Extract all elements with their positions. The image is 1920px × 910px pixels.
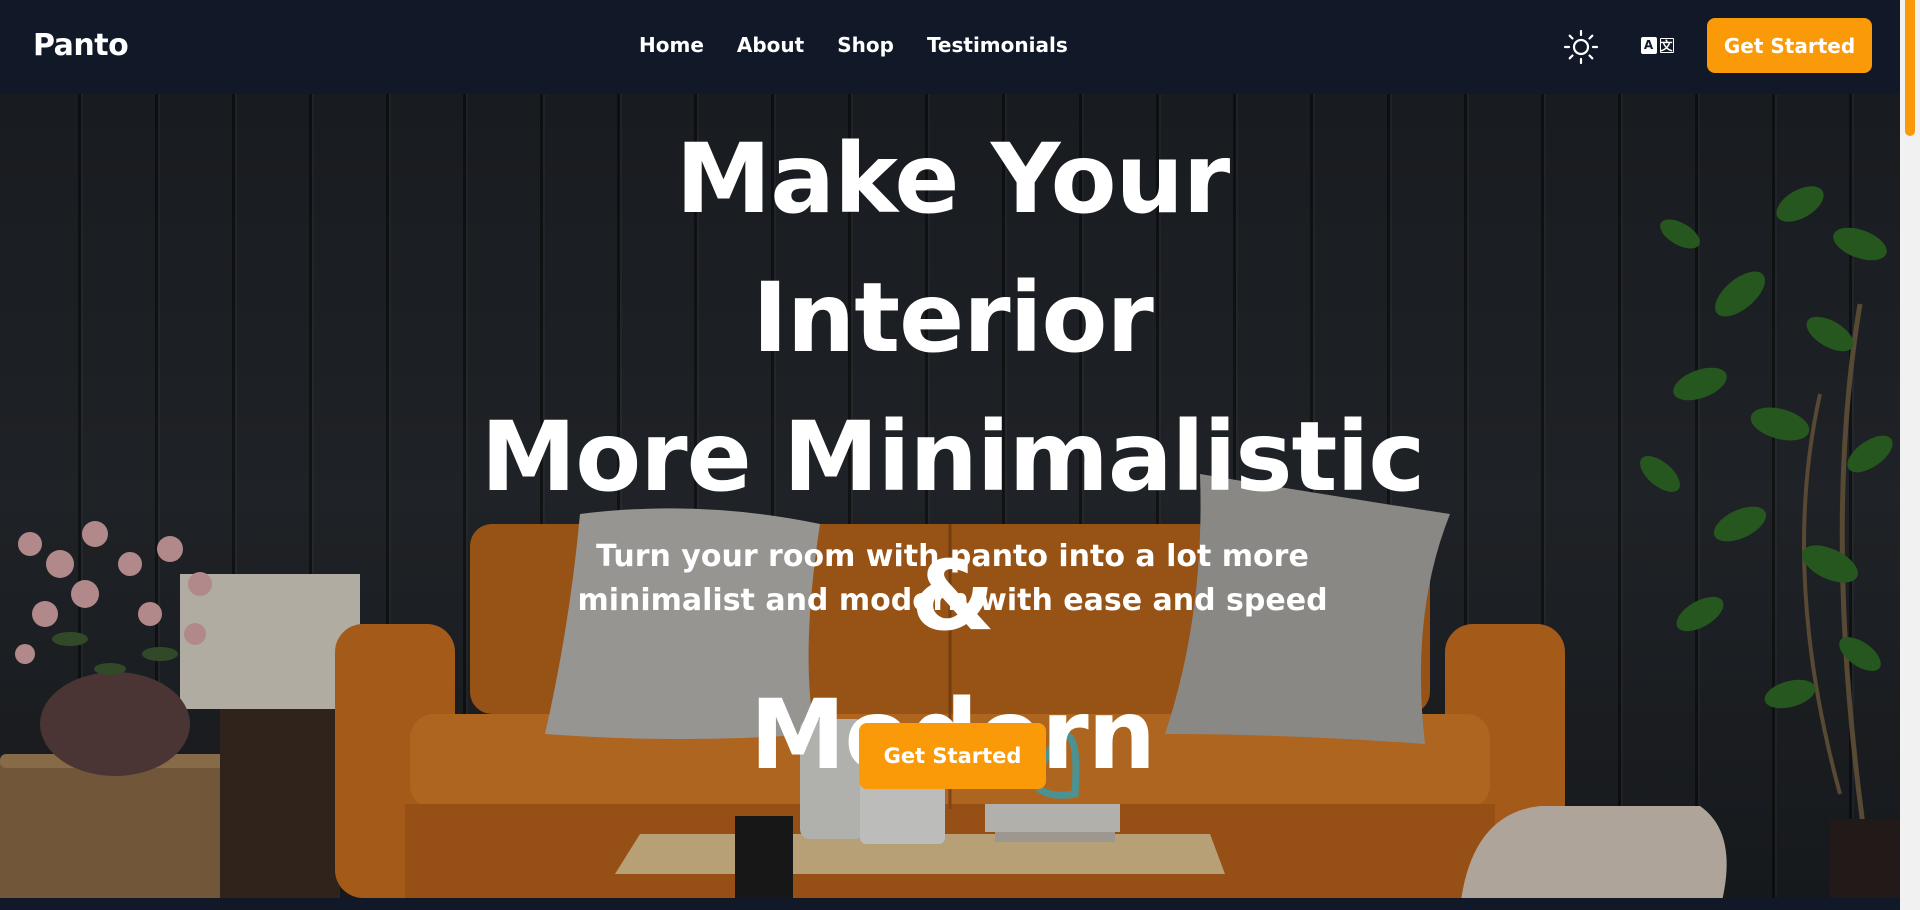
translate-icon-secondary: 文 (1658, 36, 1675, 54)
next-section-edge (0, 898, 1900, 910)
site-header: Panto Home About Shop Testimonials A 文 G… (0, 0, 1900, 94)
main-nav: Home About Shop Testimonials (639, 33, 1068, 57)
nav-about[interactable]: About (737, 33, 804, 57)
logo[interactable]: Panto (33, 28, 129, 63)
sun-icon (1563, 29, 1599, 65)
hero-title-line: Make Your Interior (675, 123, 1230, 374)
hero-title: Make Your Interior More Minimalistic & M… (470, 110, 1435, 805)
language-button[interactable]: A 文 (1640, 33, 1675, 57)
translate-icon: A (1640, 36, 1657, 54)
hero-section: Make Your Interior More Minimalistic & M… (0, 94, 1900, 898)
get-started-hero-button[interactable]: Get Started (859, 723, 1046, 789)
theme-toggle-button[interactable] (1563, 29, 1599, 65)
scrollbar-thumb[interactable] (1905, 0, 1915, 136)
hero-subtitle: Turn your room with panto into a lot mor… (577, 539, 1328, 618)
nav-testimonials[interactable]: Testimonials (927, 33, 1068, 57)
nav-home[interactable]: Home (639, 33, 704, 57)
get-started-header-button[interactable]: Get Started (1707, 18, 1872, 73)
page-scrollbar[interactable] (1900, 0, 1920, 910)
nav-shop[interactable]: Shop (837, 33, 894, 57)
